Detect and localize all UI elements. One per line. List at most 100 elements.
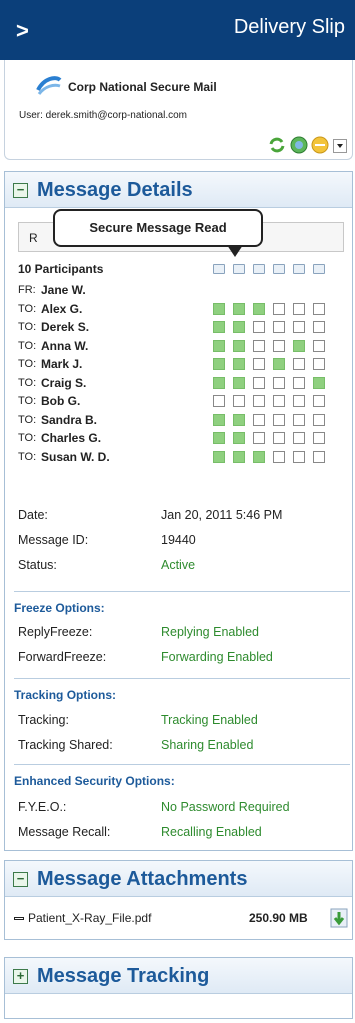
status-cell [233, 395, 245, 407]
status-cell [253, 395, 265, 407]
status-cell [253, 302, 265, 315]
file-bullet-icon [14, 917, 24, 920]
forward-icon [273, 264, 285, 274]
status-cell [253, 321, 265, 333]
info-row: Message ID: 19440 [18, 533, 348, 549]
status-cell [293, 395, 305, 407]
info-key: Tracking: [18, 713, 69, 727]
info-value: Sharing Enabled [161, 738, 254, 752]
participant-name: Alex G. [41, 301, 83, 316]
status-cell [213, 413, 225, 426]
collapse-toggle-icon[interactable]: − [13, 872, 28, 887]
status-cell [213, 302, 225, 315]
status-cell [213, 395, 225, 407]
refresh-icon[interactable] [268, 136, 286, 154]
info-value: Recalling Enabled [161, 825, 262, 839]
participant-row: TO: Susan W. D. [18, 449, 348, 467]
status-cell [233, 376, 245, 389]
info-value: Tracking Enabled [161, 713, 258, 727]
status-cell [253, 413, 265, 426]
status-cell [293, 450, 305, 463]
tooltip: Secure Message Read [53, 209, 263, 257]
attachment-file-name[interactable]: Patient_X-Ray_File.pdf [28, 911, 151, 925]
status-cell [273, 395, 285, 407]
divider [14, 678, 350, 679]
info-value: No Password Required [161, 800, 290, 814]
freeze-options-title: Freeze Options: [14, 601, 105, 615]
status-cell [253, 358, 265, 370]
info-value: Forwarding Enabled [161, 650, 273, 664]
envelope-open-icon [233, 264, 245, 274]
status-cell [273, 376, 285, 389]
download-icon[interactable] [330, 908, 348, 928]
reply-icon [253, 264, 265, 274]
message-tracking-panel: + Message Tracking [4, 957, 353, 1019]
participant-name: Charles G. [41, 431, 102, 445]
status-cell [273, 339, 285, 352]
info-key: Tracking Shared: [18, 738, 113, 752]
participant-role: TO: [18, 450, 37, 463]
status-cell [313, 302, 325, 315]
status-cell [233, 302, 245, 315]
info-key: Date: [18, 508, 48, 522]
status-cell [233, 450, 245, 463]
status-cell [253, 450, 265, 463]
info-value: Jan 20, 2011 5:46 PM [161, 508, 283, 522]
status-cell [233, 413, 245, 426]
participant-role: TO: [18, 321, 37, 333]
panel-title: Message Tracking [37, 965, 210, 987]
status-cell [293, 358, 305, 370]
dropdown-arrow-icon[interactable] [333, 139, 347, 153]
divider [14, 764, 350, 765]
divider [14, 591, 350, 592]
status-cell [313, 395, 325, 407]
status-cell [253, 376, 265, 389]
status-cell [213, 358, 225, 370]
status-cell [293, 302, 305, 315]
message-details-header[interactable]: − Message Details [5, 172, 352, 208]
status-cell [273, 450, 285, 463]
participant-row: TO: Mark J. [18, 356, 348, 374]
collapse-chevron-icon[interactable]: > [16, 20, 29, 42]
info-key: Message ID: [18, 533, 89, 547]
attachment-row[interactable]: Patient_X-Ray_File.pdf 250.90 MB [14, 908, 350, 928]
status-indicator-icon[interactable] [311, 136, 329, 154]
attachment-file-size: 250.90 MB [249, 911, 308, 925]
info-key: F.Y.E.O.: [18, 800, 67, 814]
status-cell [213, 450, 225, 463]
info-key: Message Recall: [18, 825, 111, 839]
participant-row: TO: Alex G. [18, 301, 348, 319]
globe-icon[interactable] [290, 136, 308, 154]
status-cell [313, 413, 325, 426]
info-row: Tracking: Tracking Enabled [18, 713, 348, 729]
top-bar: > Delivery Slip [0, 0, 355, 60]
participant-row: TO: Craig S. [18, 375, 348, 393]
participant-name: Mark J. [41, 357, 83, 371]
message-attachments-header[interactable]: − Message Attachments [5, 861, 352, 897]
participant-name: Sandra B. [41, 412, 98, 427]
collapse-toggle-icon[interactable]: − [13, 183, 28, 198]
info-key: ForwardFreeze: [18, 650, 107, 664]
participant-name: Susan W. D. [41, 449, 110, 464]
participant-row: TO: Anna W. [18, 338, 348, 356]
participant-name: Anna W. [41, 338, 89, 353]
security-options-title: Enhanced Security Options: [14, 774, 175, 788]
status-cell [273, 432, 285, 444]
status-cell [213, 321, 225, 333]
participant-row: TO: Bob G. [18, 393, 348, 411]
participant-role: TO: [18, 395, 37, 407]
info-row: Status: Active [18, 558, 348, 574]
participant-name: Jane W. [41, 283, 86, 297]
status-cell [233, 432, 245, 444]
message-tracking-header[interactable]: + Message Tracking [5, 958, 352, 994]
status-cell [253, 432, 265, 444]
info-value: 19440 [161, 533, 196, 547]
participant-row: TO: Charles G. [18, 430, 348, 448]
status-cell [313, 339, 325, 352]
participant-role: FR: [18, 284, 36, 296]
expand-toggle-icon[interactable]: + [13, 969, 28, 984]
status-cell [213, 432, 225, 444]
participant-name: Craig S. [41, 375, 87, 390]
info-row: Date: Jan 20, 2011 5:46 PM [18, 508, 348, 524]
status-cell [293, 339, 305, 352]
